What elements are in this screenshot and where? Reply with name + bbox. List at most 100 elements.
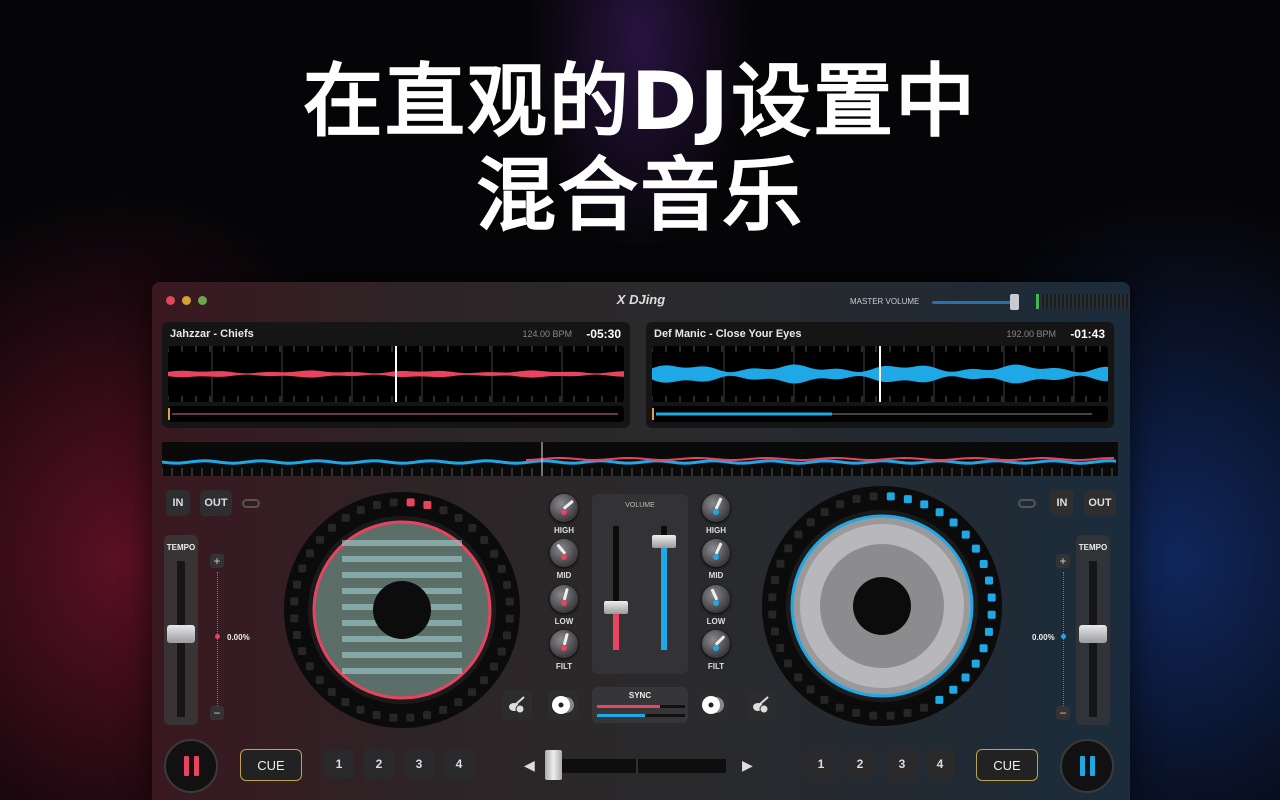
jog-led xyxy=(454,513,463,522)
overview-left-wave xyxy=(525,457,1115,462)
jog-led xyxy=(806,518,815,527)
deck-left-play-pause-button[interactable] xyxy=(164,739,218,793)
deck-left-pitch-scale xyxy=(217,572,218,712)
deck-right-jog-wheel[interactable] xyxy=(760,484,1004,728)
jog-led xyxy=(341,698,350,707)
jog-led xyxy=(979,644,988,653)
master-volume-slider[interactable] xyxy=(932,301,1018,304)
deck-right-waveform[interactable] xyxy=(652,346,1108,402)
jog-led xyxy=(406,498,415,507)
crossfader-thumb[interactable] xyxy=(545,750,562,780)
deck-right-volume-thumb[interactable] xyxy=(652,534,676,548)
deck-right-hotcue-1[interactable]: 1 xyxy=(806,749,836,779)
volume-label: VOLUME xyxy=(625,502,655,509)
deck-right-hotcue-2[interactable]: 2 xyxy=(845,749,875,779)
deck-left-eq-low-knob[interactable] xyxy=(550,585,578,613)
jog-led xyxy=(784,659,793,668)
deck-left-cue-button[interactable]: CUE xyxy=(240,749,302,781)
jog-led xyxy=(327,523,336,532)
jog-led xyxy=(886,711,895,720)
jog-led xyxy=(771,627,780,636)
crossfader[interactable] xyxy=(548,759,726,773)
jog-led xyxy=(979,560,988,569)
deck-left-pitch-plus-button[interactable]: + xyxy=(210,554,224,568)
deck-left-hotcue-2[interactable]: 2 xyxy=(364,749,394,779)
deck-left-tempo-thumb[interactable] xyxy=(167,625,195,643)
deck-right-ai-button[interactable] xyxy=(746,690,776,720)
sync-left-bar xyxy=(597,705,685,708)
deck-right-hotcue-3[interactable]: 3 xyxy=(887,749,917,779)
deck-left-filter-knob[interactable] xyxy=(550,630,578,658)
deck-left-loop-in-button[interactable]: IN xyxy=(166,490,190,516)
jog-led xyxy=(356,506,365,515)
deck-right-bpm: 192.00 BPM xyxy=(1006,329,1056,339)
deck-right-pitch-minus-button[interactable]: − xyxy=(1056,706,1070,720)
deck-right-eq-low-label: LOW xyxy=(706,617,726,626)
deck-left-loop-out-button[interactable]: OUT xyxy=(200,490,232,516)
jog-led xyxy=(776,559,785,568)
deck-left-pitch-indicator xyxy=(215,634,220,639)
deck-right-pitch-indicator xyxy=(1061,634,1066,639)
channel-volume-panel: VOLUME xyxy=(592,494,688,674)
jog-led xyxy=(389,498,398,507)
deck-left-volume-fader[interactable] xyxy=(613,526,619,650)
deck-left-eq-mid-knob[interactable] xyxy=(550,539,578,567)
platter-center xyxy=(373,581,431,639)
deck-left-waveform-panel: Jahzzar - Chiefs 124.00 BPM -05:30 xyxy=(162,322,630,428)
jog-led xyxy=(852,495,861,504)
deck-left-eq-high-knob[interactable] xyxy=(550,494,578,522)
deck-left-volume-thumb[interactable] xyxy=(604,600,628,614)
sync-panel[interactable]: SYNC xyxy=(592,687,688,723)
deck-right-loop-out-button[interactable]: OUT xyxy=(1084,490,1116,516)
deck-right-filter-knob[interactable] xyxy=(702,630,730,658)
deck-left-hotcue-1[interactable]: 1 xyxy=(324,749,354,779)
jog-led xyxy=(505,597,514,606)
deck-left-pitch-minus-button[interactable]: − xyxy=(210,706,224,720)
jog-led xyxy=(820,508,829,517)
jog-led xyxy=(490,662,499,671)
deck-left-tempo-label: TEMPO xyxy=(166,543,196,552)
deck-right-eq-high-knob[interactable] xyxy=(702,494,730,522)
sync-button[interactable]: SYNC xyxy=(592,691,688,700)
deck-left-waveform[interactable] xyxy=(168,346,624,402)
jog-led xyxy=(794,530,803,539)
jog-led xyxy=(423,711,432,720)
jog-led xyxy=(341,513,350,522)
deck-left-ai-button[interactable] xyxy=(502,690,532,720)
deck-left-hotcue-4[interactable]: 4 xyxy=(444,749,474,779)
deck-right-track-overview[interactable] xyxy=(652,406,1108,422)
crossfader-left-arrow[interactable]: ◀ xyxy=(524,757,535,774)
deck-right-play-pause-button[interactable] xyxy=(1060,739,1114,793)
jog-led xyxy=(372,500,381,509)
deck-right-tempo-thumb[interactable] xyxy=(1079,625,1107,643)
jog-led xyxy=(949,685,958,694)
pause-icon xyxy=(183,756,189,776)
jog-led xyxy=(372,710,381,719)
deck-left-loop-icon[interactable] xyxy=(242,499,260,508)
deck-right-load-button[interactable] xyxy=(698,690,728,720)
dual-overview-waveform[interactable] xyxy=(162,442,1118,476)
jog-led xyxy=(806,685,815,694)
deck-right-loop-in-button[interactable]: IN xyxy=(1050,490,1074,516)
jog-led xyxy=(292,631,301,640)
jog-led xyxy=(389,713,398,722)
deck-right-eq-mid-knob[interactable] xyxy=(702,539,730,567)
deck-right-pitch-plus-button[interactable]: + xyxy=(1056,554,1070,568)
deck-left-hotcue-3[interactable]: 3 xyxy=(404,749,434,779)
deck-left-track-overview[interactable] xyxy=(168,406,624,422)
jog-led xyxy=(468,688,477,697)
jog-led xyxy=(502,631,511,640)
deck-right-hotcue-4[interactable]: 4 xyxy=(925,749,955,779)
jog-led xyxy=(835,703,844,712)
deck-right-eq-low-knob[interactable] xyxy=(702,585,730,613)
jog-led xyxy=(987,610,996,619)
app-title: X DJing xyxy=(616,292,666,307)
crossfader-right-arrow[interactable]: ▶ xyxy=(742,757,753,774)
jog-led xyxy=(497,647,506,656)
deck-left-load-button[interactable] xyxy=(548,690,578,720)
deck-right-loop-icon[interactable] xyxy=(1018,499,1036,508)
deck-right-cue-button[interactable]: CUE xyxy=(976,749,1038,781)
master-volume-thumb[interactable] xyxy=(1010,294,1019,310)
jog-led xyxy=(497,564,506,573)
deck-left-jog-wheel[interactable] xyxy=(282,490,522,730)
